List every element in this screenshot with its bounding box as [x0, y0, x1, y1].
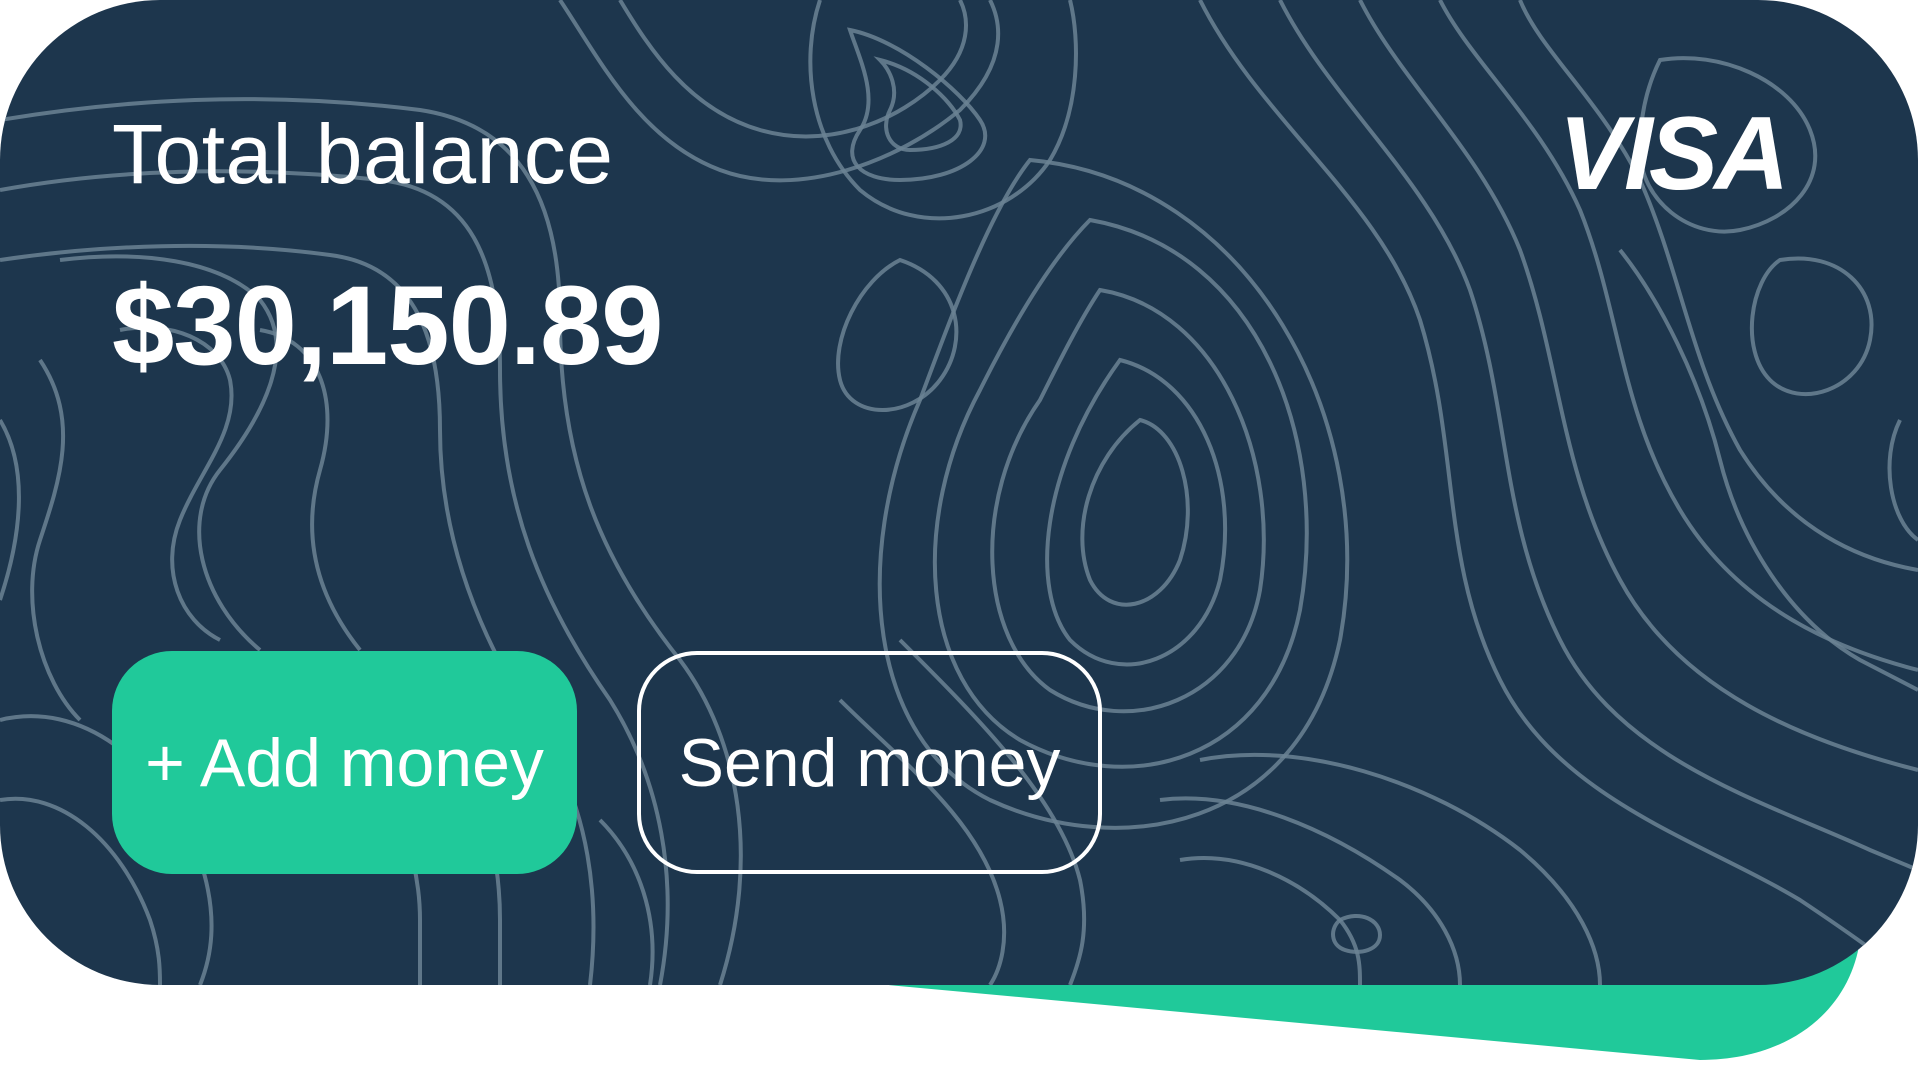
balance-amount: $30,150.89 — [112, 263, 664, 388]
balance-label: Total balance — [112, 107, 614, 201]
balance-card: Total balance $30,150.89 VISA + Add mone… — [0, 0, 1918, 985]
add-money-button[interactable]: + Add money — [112, 651, 577, 874]
visa-logo-icon: VISA — [1559, 105, 1790, 197]
visa-wordmark: VISA — [1559, 105, 1786, 197]
send-money-button[interactable]: Send money — [637, 651, 1102, 874]
balance-widget: Total balance $30,150.89 VISA + Add mone… — [0, 0, 1920, 1078]
